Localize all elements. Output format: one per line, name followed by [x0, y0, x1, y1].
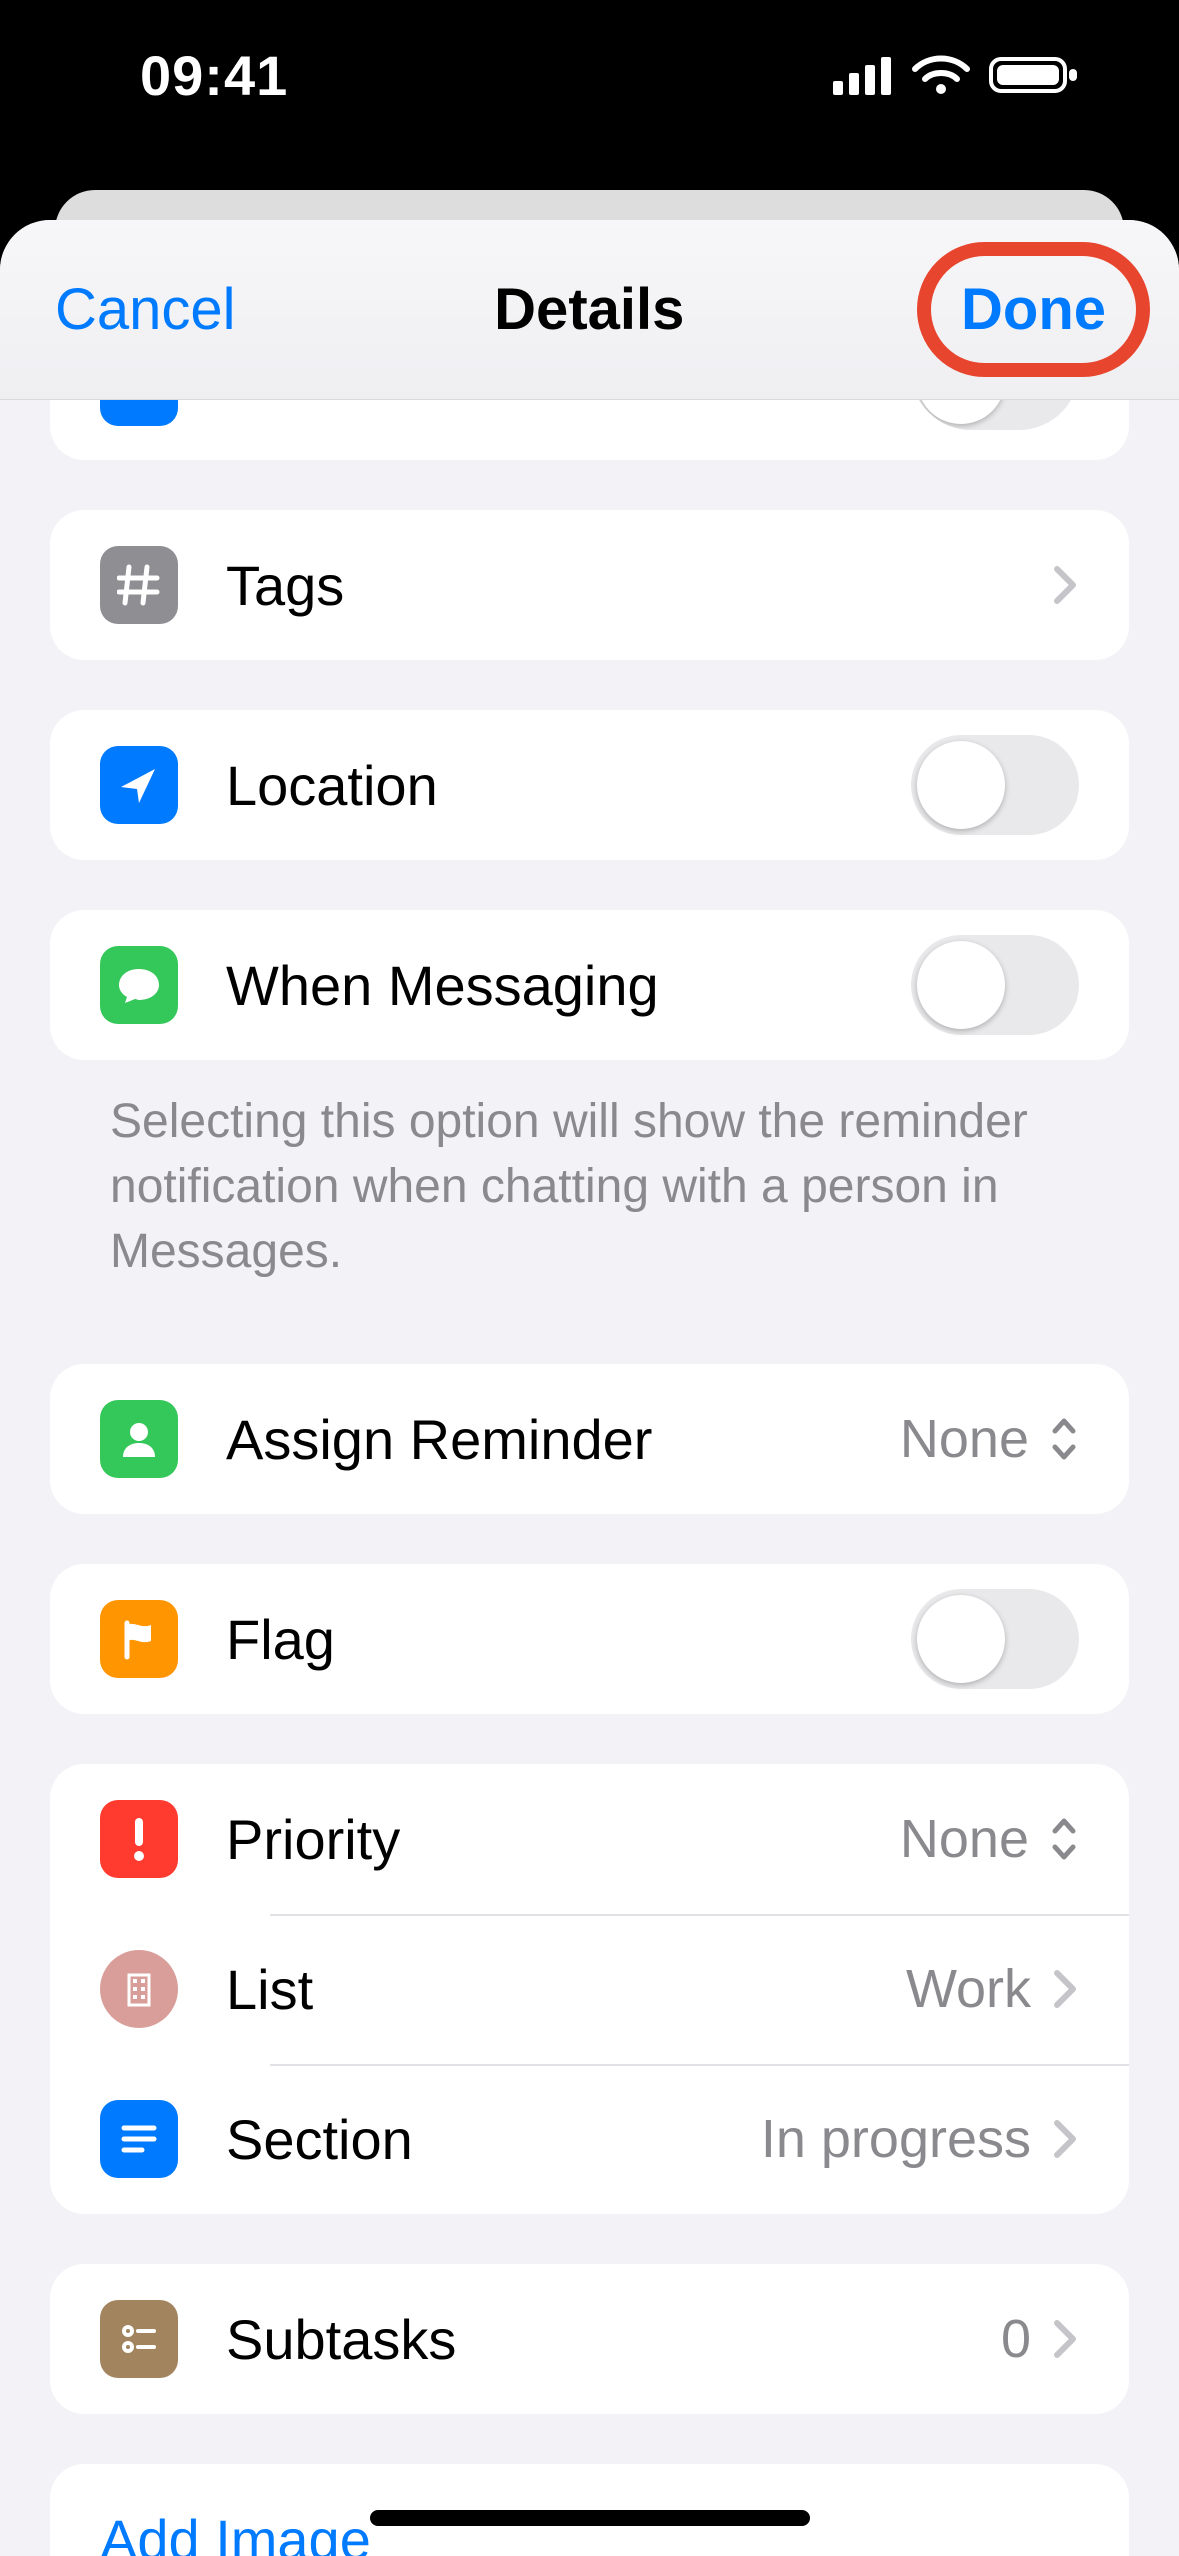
- list-row[interactable]: List Work: [50, 1914, 1129, 2064]
- messaging-toggle[interactable]: [911, 935, 1079, 1035]
- section-label: Section: [226, 2107, 761, 2172]
- subtasks-row[interactable]: Subtasks 0: [50, 2264, 1129, 2414]
- location-toggle[interactable]: [911, 735, 1079, 835]
- chevron-right-icon: [1051, 2317, 1079, 2361]
- partial-row-above: [50, 400, 1129, 460]
- messaging-row[interactable]: When Messaging: [50, 910, 1129, 1060]
- flag-row[interactable]: Flag: [50, 1564, 1129, 1714]
- priority-row[interactable]: Priority None: [50, 1764, 1129, 1914]
- hash-icon: [100, 546, 178, 624]
- cellular-icon: [833, 55, 893, 95]
- assign-reminder-row[interactable]: Assign Reminder None: [50, 1364, 1129, 1514]
- exclamation-icon: [100, 1800, 178, 1878]
- priority-label: Priority: [226, 1807, 900, 1872]
- list-value: Work: [906, 1958, 1031, 2020]
- message-icon: [100, 946, 178, 1024]
- location-row[interactable]: Location: [50, 710, 1129, 860]
- subtasks-value: 0: [1001, 2308, 1031, 2370]
- section-value: In progress: [761, 2108, 1031, 2170]
- tags-label: Tags: [226, 553, 1051, 618]
- done-button-label: Done: [961, 277, 1106, 342]
- battery-icon: [989, 53, 1079, 97]
- updown-icon: [1049, 1415, 1079, 1463]
- status-icons: [833, 53, 1079, 97]
- cancel-button[interactable]: Cancel: [55, 276, 236, 343]
- updown-icon: [1049, 1815, 1079, 1863]
- section-icon: [100, 2100, 178, 2178]
- list-label: List: [226, 1957, 906, 2022]
- page-title: Details: [494, 276, 684, 343]
- add-image-label: Add Image: [100, 2507, 371, 2556]
- location-label: Location: [226, 753, 911, 818]
- messaging-footer-text: Selecting this option will show the remi…: [50, 1060, 1129, 1284]
- chevron-right-icon: [1051, 2117, 1079, 2161]
- person-icon: [100, 1400, 178, 1478]
- flag-toggle[interactable]: [911, 1589, 1079, 1689]
- subtasks-label: Subtasks: [226, 2307, 1001, 2372]
- details-sheet: Cancel Details Done: [0, 220, 1179, 2556]
- assign-reminder-label: Assign Reminder: [226, 1407, 900, 1472]
- subtasks-icon: [100, 2300, 178, 2378]
- priority-value: None: [900, 1808, 1029, 1870]
- partial-icon: [100, 400, 178, 426]
- location-icon: [100, 746, 178, 824]
- done-button[interactable]: Done: [943, 266, 1124, 353]
- wifi-icon: [911, 53, 971, 97]
- chevron-right-icon: [1051, 563, 1079, 607]
- status-time: 09:41: [140, 43, 288, 108]
- tags-row[interactable]: Tags: [50, 510, 1129, 660]
- home-indicator: [370, 2510, 810, 2526]
- flag-label: Flag: [226, 1607, 911, 1672]
- section-row[interactable]: Section In progress: [50, 2064, 1129, 2214]
- nav-bar: Cancel Details Done: [0, 220, 1179, 400]
- assign-reminder-value: None: [900, 1408, 1029, 1470]
- messaging-label: When Messaging: [226, 953, 911, 1018]
- building-icon: [100, 1950, 178, 2028]
- chevron-right-icon: [1051, 1967, 1079, 2011]
- status-bar: 09:41: [0, 0, 1179, 180]
- flag-icon: [100, 1600, 178, 1678]
- partial-toggle[interactable]: [911, 400, 1079, 430]
